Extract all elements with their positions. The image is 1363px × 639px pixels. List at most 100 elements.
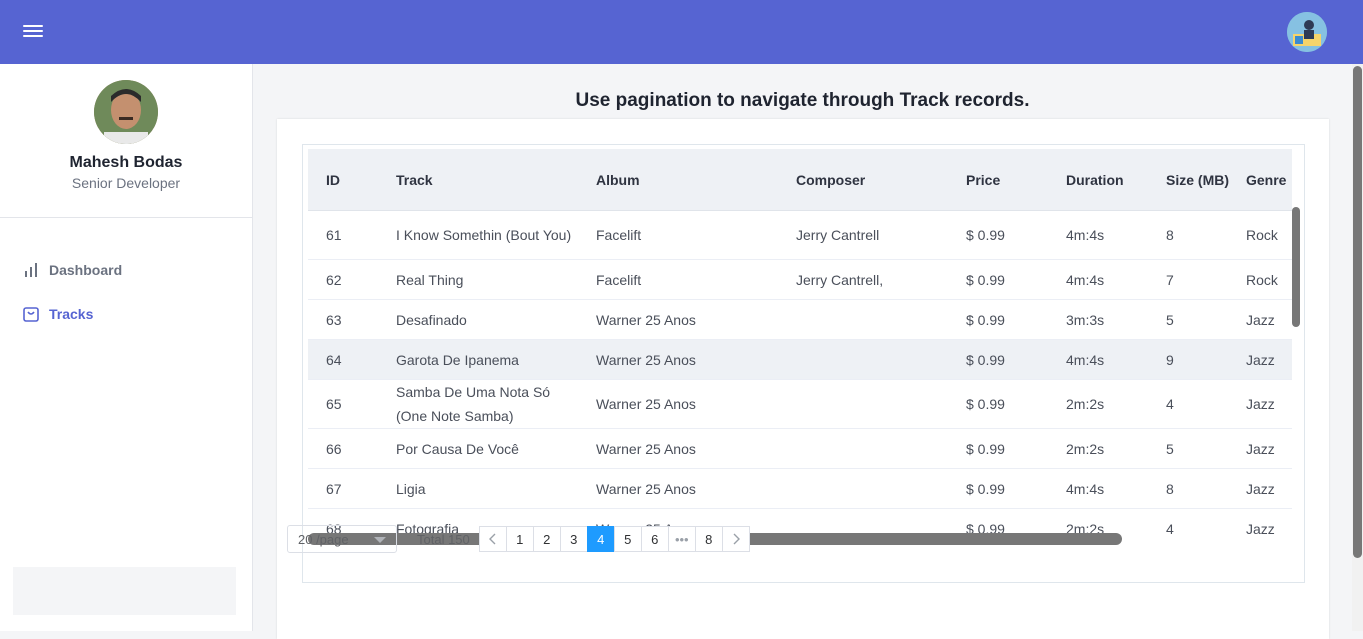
cell-album: Warner 25 Anos xyxy=(596,311,696,328)
sidebar-item-dashboard[interactable]: Dashboard xyxy=(0,248,252,292)
cell-id: 62 xyxy=(326,271,342,288)
cell-track: Desafinado xyxy=(396,311,467,328)
cell-track: Garota De Ipanema xyxy=(396,351,519,368)
table-row[interactable]: 63 Desafinado Warner 25 Anos $ 0.99 3m:3s 5 Ja… xyxy=(308,300,1292,340)
cell-genre: Jazz xyxy=(1246,396,1275,412)
cell-size: 9 xyxy=(1166,351,1174,368)
sidebar-footer-box xyxy=(13,567,236,615)
cell-composer: Jerry Cantrell, xyxy=(796,271,884,288)
cell-album: Facelift xyxy=(596,227,642,243)
page-size-select[interactable]: 20 /page xyxy=(287,525,397,553)
table-body: 61 I Know Somethin (Bout You) Facelift Jerr… xyxy=(308,211,1292,548)
page-button-5[interactable]: 5 xyxy=(613,526,642,552)
cell-size: 5 xyxy=(1166,440,1174,457)
cell-genre: Rock xyxy=(1246,271,1278,288)
user-role: Senior Developer xyxy=(71,175,181,191)
sidebar-nav: Dashboard Tracks xyxy=(0,218,252,336)
page-button-8[interactable]: 8 xyxy=(694,526,723,552)
page-buttons: 1 2 3 4 5 6 ••• 8 xyxy=(478,526,750,552)
column-header-composer[interactable]: Composer xyxy=(796,149,956,211)
column-header-album[interactable]: Album xyxy=(596,149,786,211)
main-content: Use pagination to navigate through Track… xyxy=(253,64,1352,639)
column-header-id[interactable]: ID xyxy=(326,149,386,211)
page-scrollbar-thumb[interactable] xyxy=(1353,66,1362,558)
cell-price: $ 0.99 xyxy=(966,351,1005,368)
avatar xyxy=(94,80,158,144)
sidebar-item-tracks[interactable]: Tracks xyxy=(0,292,252,336)
cell-duration: 4m:4s xyxy=(1066,271,1105,288)
column-header-track[interactable]: Track xyxy=(396,149,576,211)
cell-track: Por Causa De Você xyxy=(396,440,519,457)
table-row[interactable]: 66 Por Causa De Você Warner 25 Anos $ 0.99 2… xyxy=(308,429,1292,469)
page-button-6[interactable]: 6 xyxy=(640,526,669,552)
cell-size: 5 xyxy=(1166,311,1174,328)
cell-size: 4 xyxy=(1166,396,1174,412)
cell-size: 4 xyxy=(1166,520,1174,537)
column-header-duration[interactable]: Duration xyxy=(1066,149,1156,211)
cell-id: 66 xyxy=(326,440,342,457)
cell-composer xyxy=(796,300,956,339)
cell-price: $ 0.99 xyxy=(966,440,1005,457)
cell-album: Warner 25 Anos xyxy=(596,396,696,412)
cell-album: Warner 25 Anos xyxy=(596,480,696,497)
next-page-button[interactable] xyxy=(721,526,750,552)
column-header-size[interactable]: Size (MB) xyxy=(1166,149,1236,211)
cell-duration: 2m:2s xyxy=(1066,440,1105,457)
cell-composer xyxy=(796,429,956,468)
sidebar: Mahesh Bodas Senior Developer Dashboard … xyxy=(0,64,253,631)
cell-id: 61 xyxy=(326,227,342,243)
cell-price: $ 0.99 xyxy=(966,271,1005,288)
column-header-price[interactable]: Price xyxy=(966,149,1056,211)
cell-album: Warner 25 Anos xyxy=(596,440,696,457)
page-button-4[interactable]: 4 xyxy=(586,526,615,552)
cell-composer xyxy=(796,380,956,428)
chevron-down-icon xyxy=(374,537,386,543)
hamburger-icon[interactable] xyxy=(22,21,44,43)
page-vertical-scrollbar[interactable] xyxy=(1352,64,1363,631)
chevron-left-icon xyxy=(488,533,496,545)
cell-composer xyxy=(796,469,956,508)
cell-size: 8 xyxy=(1166,480,1174,497)
cell-composer xyxy=(796,340,956,379)
cell-duration: 4m:4s xyxy=(1066,480,1105,497)
user-profile: Mahesh Bodas Senior Developer xyxy=(0,80,252,218)
table-row[interactable]: 61 I Know Somethin (Bout You) Facelift Jerr… xyxy=(308,211,1292,260)
table-row[interactable]: 64 Garota De Ipanema Warner 25 Anos $ 0.99 4… xyxy=(308,340,1292,380)
cell-genre: Jazz xyxy=(1246,520,1275,537)
cell-id: 67 xyxy=(326,480,342,497)
cell-id: 65 xyxy=(326,396,342,412)
cell-track: Samba De Uma Nota Só (One Note Samba) xyxy=(396,384,551,424)
page-title: Use pagination to navigate through Track… xyxy=(575,90,1030,111)
page-button-1[interactable]: 1 xyxy=(505,526,534,552)
cell-album: Warner 25 Anos xyxy=(596,351,696,368)
tracks-table: ID Track Album Composer Price Duration S… xyxy=(302,144,1305,583)
cell-duration: 4m:4s xyxy=(1066,227,1105,243)
table-row[interactable]: 62 Real Thing Facelift Jerry Cantrell, $ 0.9… xyxy=(308,260,1292,300)
table-vertical-scrollbar[interactable] xyxy=(1292,207,1300,327)
user-avatar-icon[interactable] xyxy=(1287,12,1327,52)
sidebar-item-label: Dashboard xyxy=(49,262,123,278)
page-button-2[interactable]: 2 xyxy=(532,526,561,552)
cell-track: Ligia xyxy=(396,480,426,497)
more-pages-button[interactable]: ••• xyxy=(667,526,696,552)
shopping-bag-icon xyxy=(23,307,39,322)
prev-page-button[interactable] xyxy=(478,526,507,552)
cell-genre: Jazz xyxy=(1246,440,1275,457)
table-row[interactable]: 65 Samba De Uma Nota Só (One Note Samba) W… xyxy=(308,380,1292,429)
cell-composer: Jerry Cantrell xyxy=(796,227,880,243)
page-size-value: 20 /page xyxy=(298,531,349,547)
cell-genre: Jazz xyxy=(1246,311,1275,328)
table-row[interactable]: 67 Ligia Warner 25 Anos $ 0.99 4m:4s 8 Jazz xyxy=(308,469,1292,509)
pagination: 20 /page Total 150 1 2 3 4 5 6 ••• 8 xyxy=(287,525,750,553)
table-header: ID Track Album Composer Price Duration S… xyxy=(308,149,1292,211)
cell-genre: Rock xyxy=(1246,227,1278,243)
cell-id: 63 xyxy=(326,311,342,328)
page-button-3[interactable]: 3 xyxy=(559,526,588,552)
user-name: Mahesh Bodas xyxy=(69,154,183,171)
cell-size: 7 xyxy=(1166,271,1174,288)
chevron-right-icon xyxy=(733,533,740,545)
bar-chart-icon xyxy=(25,263,37,277)
cell-price: $ 0.99 xyxy=(966,227,1005,243)
cell-genre: Jazz xyxy=(1246,480,1275,497)
column-header-genre[interactable]: Genre xyxy=(1246,149,1292,211)
